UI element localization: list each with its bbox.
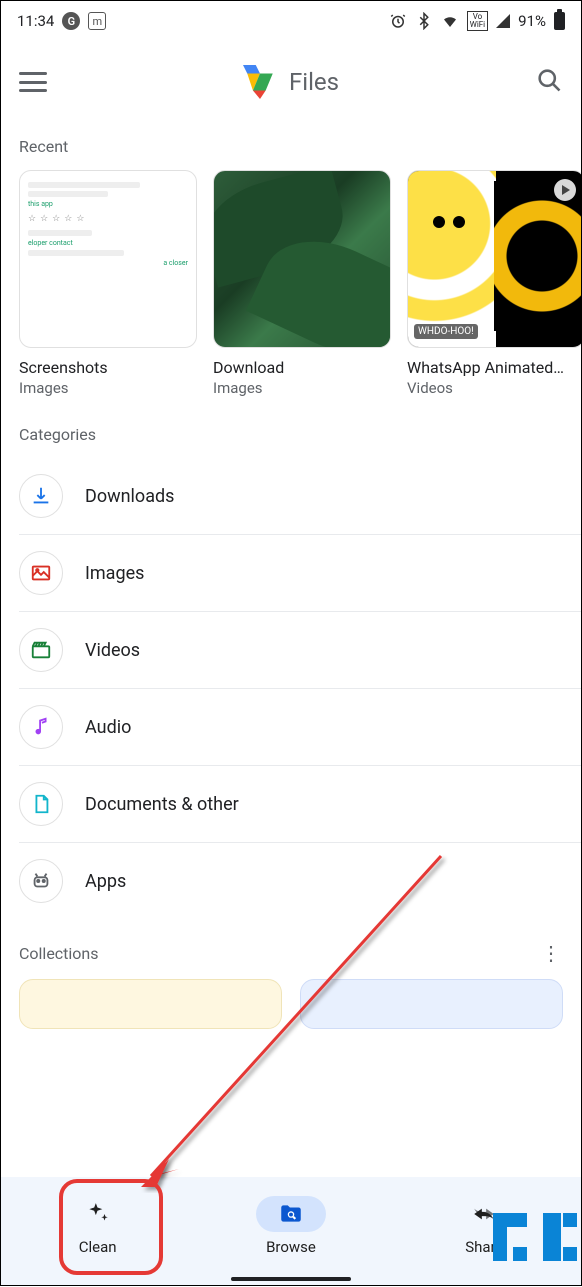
files-app-icon: [243, 65, 277, 99]
nav-label: Clean: [79, 1238, 117, 1256]
battery-icon: [554, 12, 565, 30]
vowifi-icon: VoWiFi: [467, 11, 488, 31]
music-note-icon: [19, 705, 63, 749]
category-videos[interactable]: Videos: [19, 612, 581, 689]
category-images[interactable]: Images: [19, 535, 581, 612]
menu-button[interactable]: [19, 72, 47, 92]
watermark-logo: [491, 1207, 581, 1267]
nav-label: Browse: [266, 1238, 316, 1256]
bluetooth-icon: [415, 12, 433, 30]
collections-header: Collections ⋮: [1, 919, 581, 979]
collection-card[interactable]: [19, 979, 282, 1029]
play-icon: [554, 179, 576, 201]
android-icon: [19, 859, 63, 903]
categories-list: Downloads Images Videos Audio Documents …: [1, 458, 581, 919]
categories-section-title: Categories: [1, 397, 581, 458]
category-label: Images: [85, 563, 144, 584]
category-audio[interactable]: Audio: [19, 689, 581, 766]
recent-card-title: Screenshots: [19, 358, 197, 377]
alarm-icon: [389, 12, 407, 30]
status-bar: 11:34 G m VoWiFi 91%: [1, 1, 581, 37]
category-label: Audio: [85, 717, 131, 738]
category-label: Documents & other: [85, 794, 239, 815]
nav-browse[interactable]: Browse: [231, 1196, 351, 1256]
recent-card-download[interactable]: Download Images: [213, 170, 391, 397]
recent-card-screenshots[interactable]: this app ☆☆☆☆☆ eloper contact a closer S…: [19, 170, 197, 397]
google-status-icon: G: [62, 12, 80, 30]
recent-card-title: Download: [213, 358, 391, 377]
collection-card[interactable]: [300, 979, 563, 1029]
image-icon: [19, 551, 63, 595]
download-icon: [19, 474, 63, 518]
recent-card-subtitle: Videos: [407, 379, 581, 397]
folder-search-icon: [256, 1196, 326, 1232]
sparkle-icon: [63, 1196, 133, 1232]
signal-icon: [496, 14, 510, 28]
category-label: Videos: [85, 640, 140, 661]
status-time: 11:34: [17, 12, 54, 30]
collections-section-title: Collections: [19, 944, 99, 963]
wifi-icon: [441, 12, 459, 30]
app-title: Files: [289, 68, 339, 96]
recent-section-title: Recent: [1, 109, 581, 170]
recent-card-whatsapp[interactable]: WHDO-HOO! WhatsApp Animated… Videos: [407, 170, 581, 397]
recent-thumb: [213, 170, 391, 348]
recent-thumb: WHDO-HOO!: [407, 170, 581, 348]
recent-card-subtitle: Images: [19, 379, 197, 397]
search-button[interactable]: [535, 66, 563, 98]
recent-list: this app ☆☆☆☆☆ eloper contact a closer S…: [1, 170, 581, 397]
nav-clean[interactable]: Clean: [38, 1196, 158, 1256]
battery-percent: 91%: [518, 12, 546, 30]
recent-card-subtitle: Images: [213, 379, 391, 397]
more-options-button[interactable]: ⋮: [539, 941, 563, 965]
category-label: Apps: [85, 871, 126, 892]
category-documents[interactable]: Documents & other: [19, 766, 581, 843]
category-downloads[interactable]: Downloads: [19, 458, 581, 535]
recent-card-title: WhatsApp Animated…: [407, 358, 581, 377]
video-clapper-icon: [19, 628, 63, 672]
document-icon: [19, 782, 63, 826]
home-indicator: [231, 1277, 351, 1281]
recent-thumb: this app ☆☆☆☆☆ eloper contact a closer: [19, 170, 197, 348]
app-bar: Files: [1, 37, 581, 109]
m-status-icon: m: [88, 12, 106, 30]
category-label: Downloads: [85, 486, 174, 507]
category-apps[interactable]: Apps: [19, 843, 581, 919]
collections-row: [1, 979, 581, 1029]
